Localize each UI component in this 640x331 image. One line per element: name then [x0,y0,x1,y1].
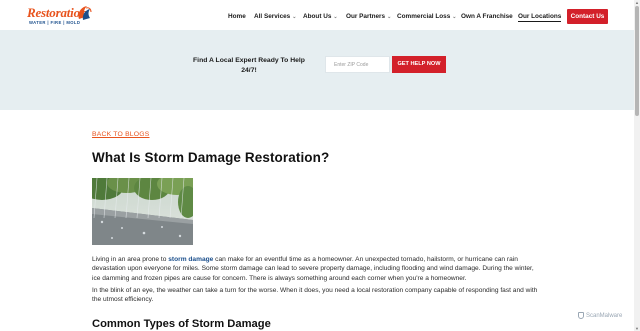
nav-about-us[interactable]: About Us ⌄ [303,12,338,22]
site-header: Restoration WATER | FIRE | MOLD Home All… [0,0,634,30]
nav-home[interactable]: Home [228,12,246,21]
nav-label: Own A Franchise [461,13,513,20]
nav-label: Home [228,13,246,20]
nav-our-partners[interactable]: Our Partners ⌄ [346,12,391,22]
article-paragraph: Living in an area prone to storm damage … [92,255,538,283]
scrollbar-thumb[interactable] [635,6,639,116]
nav-label: All Services [254,13,291,20]
contact-us-button[interactable]: Contact Us [567,9,608,24]
article-title: What Is Storm Damage Restoration? [92,150,330,165]
scroll-up-arrow-icon[interactable]: ▲ [635,0,639,5]
nav-commercial-loss[interactable]: Commercial Loss ⌄ [397,12,456,22]
chevron-down-icon: ⌄ [333,13,338,20]
chevron-down-icon: ⌄ [292,13,297,20]
nav-label: Our Locations [518,13,562,20]
chevron-down-icon: ⌄ [452,13,457,20]
swirl-icon [78,6,92,20]
get-help-now-button[interactable]: GET HELP NOW [392,56,446,73]
back-to-blogs-link[interactable]: BACK TO BLOGS [92,131,150,138]
watermark-text: ScanMalware [586,313,623,320]
article-paragraph: In the blink of an eye, the weather can … [92,287,538,304]
nav-label: Commercial Loss [397,13,451,20]
banner-text: Find A Local Expert Ready To Help 24/7! [193,57,305,74]
nav-own-a-franchise[interactable]: Own A Franchise [461,12,513,21]
zip-code-input[interactable] [325,56,390,73]
hero-image [92,178,193,245]
logo-tagline: WATER | FIRE | MOLD [29,20,81,25]
nav-label: Our Partners [346,13,386,20]
scrollbar[interactable]: ▲ ▼ [634,0,640,331]
chevron-down-icon: ⌄ [387,13,392,20]
paragraph-text: Living in an area prone to [92,256,169,263]
shield-icon [578,312,584,319]
nav-label: About Us [303,13,332,20]
section-heading: Common Types of Storm Damage [92,318,271,330]
scroll-down-arrow-icon[interactable]: ▼ [635,326,639,331]
watermark: ScanMalware [578,312,622,319]
cta-banner: Find A Local Expert Ready To Help 24/7! … [0,30,634,110]
nav-our-locations[interactable]: Our Locations [518,12,562,22]
nav-all-services[interactable]: All Services ⌄ [254,12,296,22]
storm-damage-link[interactable]: storm damage [168,256,213,263]
